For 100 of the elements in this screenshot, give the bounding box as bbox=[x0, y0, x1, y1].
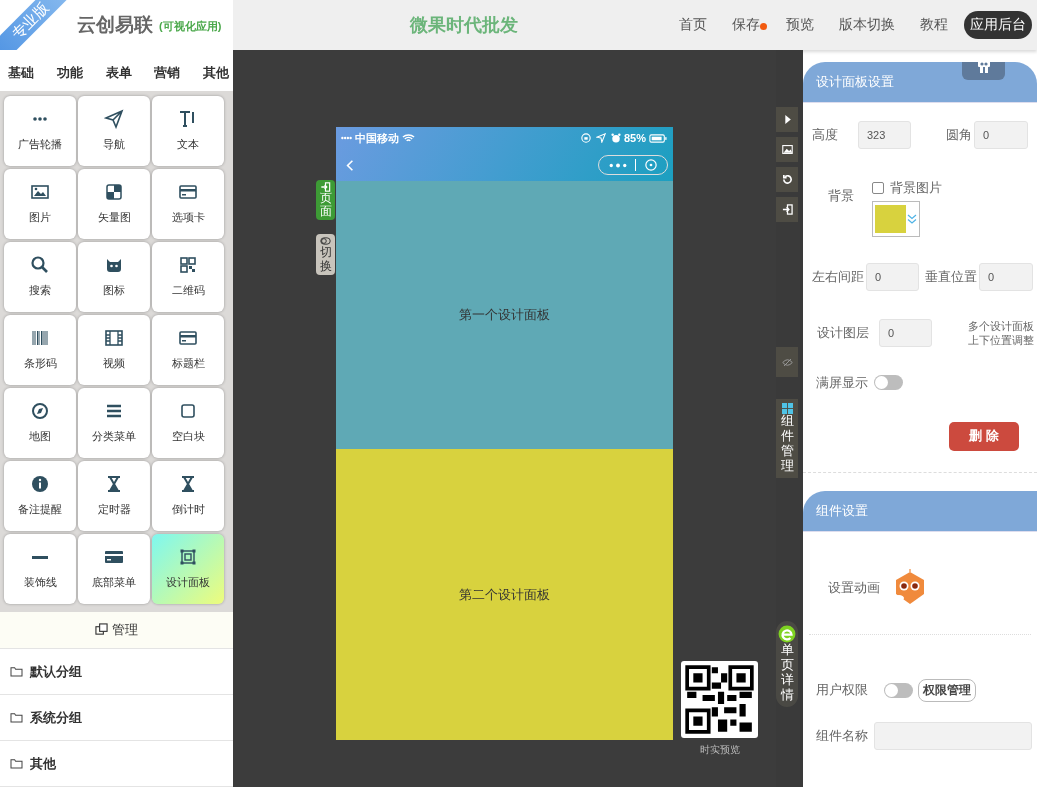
category-tab[interactable]: 表单 bbox=[105, 64, 132, 91]
history-icon bbox=[781, 174, 793, 185]
component-tile[interactable]: 搜索 bbox=[4, 241, 76, 312]
more-icon bbox=[609, 162, 628, 168]
field-label: 设置动画 bbox=[828, 578, 880, 597]
info-icon bbox=[30, 474, 50, 495]
category-tab[interactable]: 营销 bbox=[154, 64, 181, 91]
toggle-icon bbox=[320, 236, 331, 247]
component-tile[interactable]: 倒计时 bbox=[152, 460, 224, 531]
carrier-name: 中国移动 bbox=[355, 130, 399, 146]
category-tab[interactable]: 其他 bbox=[203, 64, 229, 91]
wifi-icon bbox=[402, 133, 415, 143]
layer-note: 多个设计面板上下位置调整 bbox=[968, 319, 1035, 348]
robot-icon bbox=[975, 62, 992, 73]
nav-link[interactable]: 教程 bbox=[914, 12, 954, 38]
section-header: 设计面板设置 bbox=[803, 62, 1037, 103]
field-label: 背景 bbox=[828, 187, 854, 205]
component-tile[interactable]: 矢量图 bbox=[78, 168, 150, 239]
component-tile[interactable]: 备注提醒 bbox=[4, 460, 76, 531]
tool-button[interactable] bbox=[776, 107, 798, 132]
chevron-down-icon bbox=[907, 213, 917, 225]
tool-button[interactable] bbox=[776, 167, 798, 192]
component-tile[interactable]: 分类菜单 bbox=[78, 387, 150, 458]
nav-link[interactable]: 保存 bbox=[726, 12, 766, 38]
component-tile[interactable]: 图片 bbox=[4, 168, 76, 239]
margin-field[interactable]: 0 bbox=[866, 263, 919, 291]
toggle-switch[interactable] bbox=[884, 682, 913, 698]
tool-button[interactable] bbox=[776, 197, 798, 222]
component-tile[interactable]: 地图 bbox=[4, 387, 76, 458]
location-icon bbox=[595, 133, 606, 143]
field-label: 设计图层 bbox=[817, 324, 869, 343]
section-header: 组件设置 bbox=[803, 490, 1037, 532]
checkbox[interactable] bbox=[872, 182, 884, 194]
image-icon bbox=[781, 144, 793, 155]
radius-field[interactable]: 0 bbox=[974, 121, 1028, 149]
field-label: 满屏显示 bbox=[816, 373, 868, 392]
component-tile[interactable]: 空白块 bbox=[152, 387, 224, 458]
component-tile[interactable]: 图标 bbox=[78, 241, 150, 312]
design-panel[interactable]: 第一个设计面板 bbox=[336, 181, 673, 449]
nav-link[interactable]: 应用后台 bbox=[964, 11, 1032, 39]
folder-icon bbox=[10, 712, 23, 723]
close-circle-icon bbox=[644, 159, 657, 171]
tool-button[interactable] bbox=[776, 137, 798, 162]
category-tab[interactable]: 基础 bbox=[8, 64, 34, 91]
component-tile[interactable]: 导航 bbox=[78, 95, 150, 166]
component-tile[interactable]: 文本 bbox=[152, 95, 224, 166]
signal-icon bbox=[341, 136, 352, 140]
component-manager-tab[interactable]: 组件管理 bbox=[776, 399, 798, 478]
battery-level: 85% bbox=[623, 132, 646, 144]
side-tab[interactable]: 页面 bbox=[316, 180, 335, 221]
nav-link[interactable]: 首页 bbox=[673, 12, 713, 38]
nav-link[interactable]: 版本切换 bbox=[833, 12, 901, 38]
app-title: 微果时代批发 bbox=[410, 14, 518, 37]
category-tab[interactable]: 功能 bbox=[56, 64, 83, 91]
component-tile[interactable]: 标题栏 bbox=[152, 314, 224, 385]
component-tile[interactable]: 装饰线 bbox=[4, 533, 76, 604]
name-field[interactable] bbox=[874, 721, 1032, 750]
copy-icon bbox=[95, 623, 108, 637]
height-field[interactable]: 323 bbox=[858, 121, 911, 149]
sign-in-icon bbox=[781, 204, 793, 215]
nav-link[interactable]: 预览 bbox=[780, 12, 820, 38]
qr-caption: 时实预览 bbox=[699, 743, 740, 757]
field-label: 高度 bbox=[812, 126, 838, 144]
field-label: 组件名称 bbox=[816, 726, 868, 745]
permission-button[interactable]: 权限管理 bbox=[918, 678, 976, 702]
grid-icon bbox=[781, 403, 793, 414]
field-label: 圆角 bbox=[946, 126, 972, 144]
component-tile[interactable]: 二维码 bbox=[152, 241, 224, 312]
component-tile[interactable]: 设计面板 bbox=[152, 533, 224, 604]
compass-icon bbox=[30, 401, 50, 422]
film-icon bbox=[104, 328, 124, 349]
side-tab[interactable]: 切换 bbox=[316, 234, 335, 275]
battery-icon bbox=[649, 133, 667, 143]
brand-subtitle: (可视化应用) bbox=[159, 19, 222, 34]
sign-in-icon bbox=[320, 182, 331, 192]
folder-icon bbox=[10, 758, 23, 769]
component-tile[interactable]: 选项卡 bbox=[152, 168, 224, 239]
lock-rotation-icon bbox=[580, 133, 591, 143]
vertical-position-field[interactable]: 0 bbox=[979, 263, 1033, 291]
field-label: 垂直位置 bbox=[925, 268, 977, 286]
component-tile[interactable]: 条形码 bbox=[4, 314, 76, 385]
color-picker[interactable] bbox=[872, 201, 920, 237]
component-tile[interactable]: 底部菜单 bbox=[78, 533, 150, 604]
design-panel[interactable]: 第二个设计面板 bbox=[336, 449, 673, 740]
page-details-tab[interactable]: 单页详情 bbox=[776, 620, 798, 707]
manage-button[interactable]: 管理 bbox=[0, 611, 233, 649]
dots-icon bbox=[33, 117, 47, 122]
component-tile[interactable]: 视频 bbox=[78, 314, 150, 385]
e-logo-icon bbox=[778, 624, 796, 643]
alarm-icon bbox=[610, 133, 621, 143]
frame-icon bbox=[178, 547, 198, 568]
component-tile[interactable]: 广告轮播 bbox=[4, 95, 76, 166]
squares-icon bbox=[104, 182, 124, 203]
brand-name: 云创易联 bbox=[77, 13, 153, 37]
back-icon[interactable] bbox=[346, 158, 354, 172]
toggle-switch[interactable] bbox=[874, 375, 903, 391]
hidden-eye-icon bbox=[781, 356, 793, 368]
delete-button[interactable]: 删 除 bbox=[949, 421, 1019, 451]
component-tile[interactable]: 定时器 bbox=[78, 460, 150, 531]
layer-field[interactable]: 0 bbox=[879, 319, 932, 348]
